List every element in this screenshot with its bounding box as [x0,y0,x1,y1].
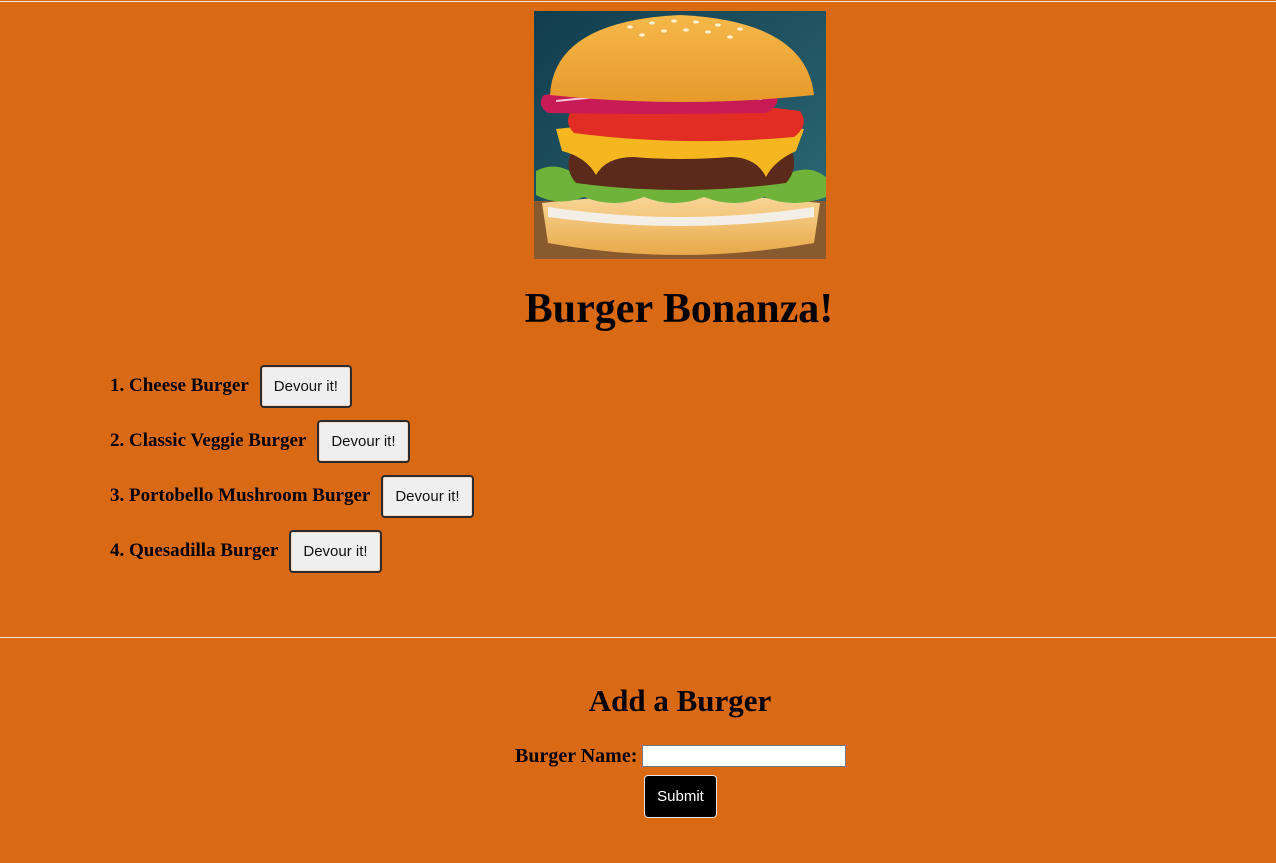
burger-name: Cheese Burger [129,375,249,396]
devour-button[interactable]: Devour it! [381,474,474,518]
item-number: 4. [110,540,129,561]
list-item: 1. Cheese Burger Devour it! [110,364,474,408]
page-title: Burger Bonanza! [524,286,834,332]
burger-list: 1. Cheese Burger Devour it! 2. Classic V… [110,364,474,584]
section-divider [0,637,1276,638]
list-item: 2. Classic Veggie Burger Devour it! [110,419,474,463]
burger-name-input[interactable] [642,745,847,767]
devour-button[interactable]: Devour it! [259,364,352,408]
burger-hero-image [534,11,826,259]
devour-button[interactable]: Devour it! [289,529,382,573]
burger-name: Portobello Mushroom Burger [129,485,371,506]
item-number: 2. [110,430,129,451]
burger-name: Quesadilla Burger [129,540,279,561]
list-item: 3. Portobello Mushroom Burger Devour it! [110,474,474,518]
submit-button[interactable]: Submit [644,775,717,818]
burger-name-label: Burger Name: [515,744,638,767]
add-burger-heading: Add a Burger [588,683,772,718]
item-number: 3. [110,485,129,506]
devour-button[interactable]: Devour it! [317,419,410,463]
burger-name: Classic Veggie Burger [129,430,307,451]
top-divider [0,1,1276,2]
burger-name-row: Burger Name: [515,743,847,769]
item-number: 1. [110,375,129,396]
list-item: 4. Quesadilla Burger Devour it! [110,529,474,573]
